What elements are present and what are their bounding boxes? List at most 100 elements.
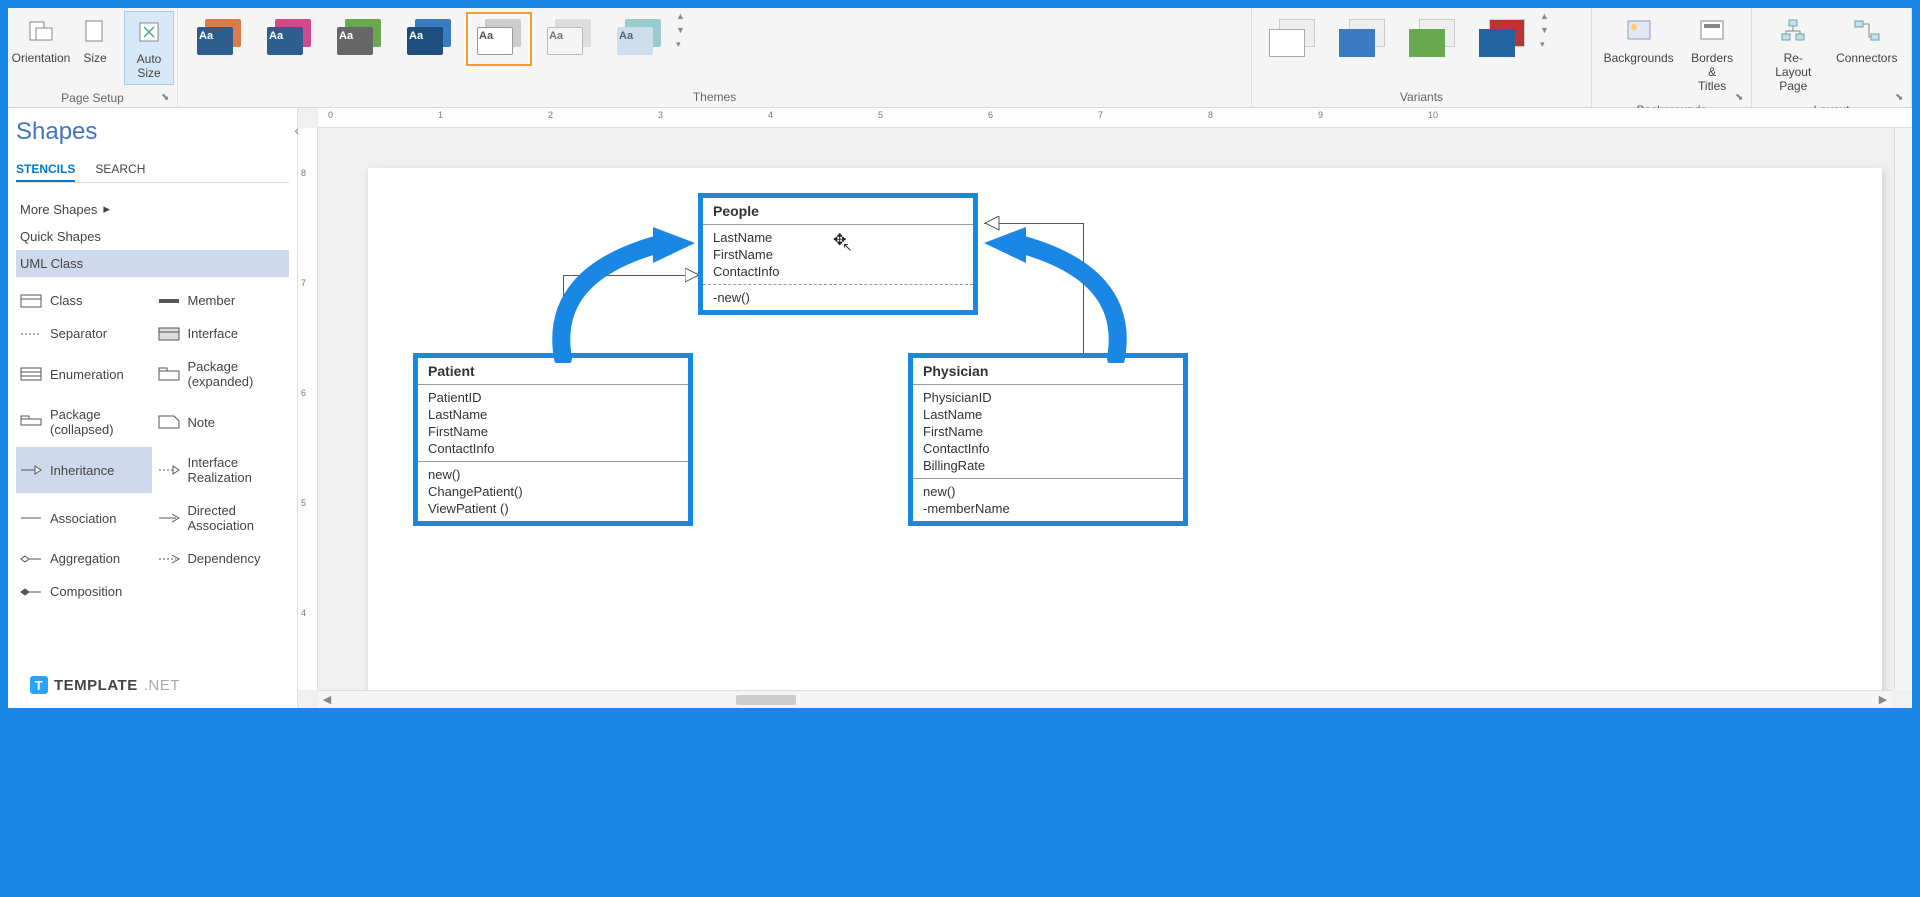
shape-class[interactable]: Class <box>16 285 152 316</box>
orientation-button[interactable]: Orientation <box>16 11 66 69</box>
uml-operations: new() -memberName <box>913 479 1183 521</box>
relayout-page-button[interactable]: Re-Layout Page <box>1760 11 1827 97</box>
shape-label: Class <box>50 293 83 308</box>
orientation-icon <box>25 15 57 47</box>
chevron-right-icon: ▸ <box>103 201 110 217</box>
quick-shapes[interactable]: Quick Shapes <box>16 223 289 250</box>
shape-label: Member <box>188 293 236 308</box>
uml-class-people[interactable]: People LastName FirstName ContactInfo -n… <box>698 193 978 315</box>
autosize-button[interactable]: Auto Size <box>124 11 174 85</box>
size-button[interactable]: Size <box>70 11 120 69</box>
backgrounds-icon <box>1623 15 1655 47</box>
shape-package-collapsed[interactable]: Package (collapsed) <box>16 399 152 445</box>
shape-label: Association <box>50 511 116 526</box>
drawing-page[interactable]: People LastName FirstName ContactInfo -n… <box>368 168 1882 708</box>
borders-titles-button[interactable]: Borders & Titles <box>1681 11 1743 97</box>
scroll-thumb[interactable] <box>736 695 796 705</box>
relayout-icon <box>1777 15 1809 47</box>
tab-search[interactable]: SEARCH <box>95 158 145 182</box>
shape-label: Aggregation <box>50 551 120 566</box>
shape-label: Package (expanded) <box>188 359 254 389</box>
shape-label: Composition <box>50 584 122 599</box>
shape-label: Dependency <box>188 551 261 566</box>
shape-separator[interactable]: Separator <box>16 318 152 349</box>
shape-label: Separator <box>50 326 107 341</box>
connectors-label: Connectors <box>1836 51 1897 65</box>
variant-swatch[interactable] <box>1473 15 1533 63</box>
size-label: Size <box>83 51 106 65</box>
vertical-scrollbar[interactable] <box>1894 128 1912 690</box>
scroll-right-icon[interactable]: ▶ <box>1874 693 1892 706</box>
variant-scroll[interactable]: ▲▼▾ <box>1540 11 1558 50</box>
theme-swatch[interactable]: Aa <box>609 15 669 63</box>
shape-note[interactable]: Note <box>154 399 290 445</box>
shape-aggregation[interactable]: Aggregation <box>16 543 152 574</box>
shape-label: Interface Realization <box>188 455 252 485</box>
shapes-title: Shapes <box>16 118 289 146</box>
shape-dependency[interactable]: Dependency <box>154 543 290 574</box>
orientation-label: Orientation <box>12 51 71 65</box>
ribbon-group-themes: Aa Aa Aa Aa Aa Aa Aa ▲▼▾ Themes <box>178 8 1252 107</box>
ribbon-label-variants: Variants <box>1252 87 1591 107</box>
shape-enumeration[interactable]: Enumeration <box>16 351 152 397</box>
borders-icon <box>1696 15 1728 47</box>
uml-title: People <box>703 198 973 225</box>
borders-label: Borders & Titles <box>1687 51 1737 93</box>
more-shapes[interactable]: More Shapes ▸ <box>16 195 289 223</box>
layout-launcher-icon[interactable]: ⬊ <box>1895 92 1907 104</box>
relayout-label: Re-Layout Page <box>1766 51 1821 93</box>
shapes-panel: ‹ Shapes STENCILS SEARCH More Shapes▸ Qu… <box>8 108 298 708</box>
shape-inheritance[interactable]: Inheritance <box>16 447 152 493</box>
connectors-icon <box>1851 15 1883 47</box>
canvas[interactable]: 0 1 2 3 4 5 6 7 8 9 10 8 7 6 5 4 <box>298 108 1912 708</box>
horizontal-scrollbar[interactable]: ◀ ▶ <box>318 690 1892 708</box>
theme-swatch[interactable]: Aa <box>189 15 249 63</box>
page-setup-launcher-icon[interactable]: ⬊ <box>161 92 173 104</box>
variant-swatch[interactable] <box>1403 15 1463 63</box>
variant-swatch[interactable] <box>1263 15 1323 63</box>
uml-class-category[interactable]: UML Class <box>16 250 289 277</box>
watermark-suffix: .NET <box>144 677 180 694</box>
ribbon-label-page-setup: Page Setup <box>8 88 177 108</box>
theme-swatch[interactable]: Aa <box>399 15 459 63</box>
tab-stencils[interactable]: STENCILS <box>16 158 75 182</box>
more-shapes-label: More Shapes <box>20 202 97 217</box>
shapes-list: Class Member Separator Interface Enumera… <box>16 285 289 607</box>
watermark-brand: TEMPLATE <box>54 677 138 694</box>
ribbon-label-themes: Themes <box>178 87 1251 107</box>
uml-class-physician[interactable]: Physician PhysicianID LastName FirstName… <box>908 353 1188 526</box>
theme-swatch[interactable]: Aa <box>259 15 319 63</box>
variant-swatch[interactable] <box>1333 15 1393 63</box>
shape-label: Interface <box>188 326 239 341</box>
annotation-arrow-left <box>543 223 703 363</box>
ribbon-group-layout: Re-Layout Page Connectors Layout ⬊ <box>1752 8 1912 107</box>
uml-attributes: PhysicianID LastName FirstName ContactIn… <box>913 385 1183 479</box>
scroll-left-icon[interactable]: ◀ <box>318 693 336 706</box>
theme-swatch-selected[interactable]: Aa <box>469 15 529 63</box>
annotation-arrow-right <box>976 223 1136 363</box>
watermark-icon: T <box>30 676 48 694</box>
backgrounds-label: Backgrounds <box>1604 51 1674 65</box>
shape-interface-realization[interactable]: Interface Realization <box>154 447 290 493</box>
shape-composition[interactable]: Composition <box>16 576 152 607</box>
theme-scroll[interactable]: ▲▼▾ <box>676 11 694 50</box>
uml-class-patient[interactable]: Patient PatientID LastName FirstName Con… <box>413 353 693 526</box>
backgrounds-button[interactable]: Backgrounds <box>1600 11 1677 69</box>
shape-association[interactable]: Association <box>16 495 152 541</box>
shapes-tabs: STENCILS SEARCH <box>16 158 289 183</box>
ribbon: Orientation Size Auto Size Page Setup ⬊ <box>8 8 1912 108</box>
connectors-button[interactable]: Connectors <box>1831 11 1903 69</box>
shape-interface[interactable]: Interface <box>154 318 290 349</box>
shape-member[interactable]: Member <box>154 285 290 316</box>
shape-directed-association[interactable]: Directed Association <box>154 495 290 541</box>
watermark: T TEMPLATE .NET <box>30 676 180 694</box>
autosize-icon <box>133 16 165 48</box>
uml-operations: -new() <box>703 285 973 310</box>
uml-attributes: PatientID LastName FirstName ContactInfo <box>418 385 688 462</box>
theme-swatch[interactable]: Aa <box>329 15 389 63</box>
shape-label: Note <box>188 415 215 430</box>
backgrounds-launcher-icon[interactable]: ⬊ <box>1735 92 1747 104</box>
theme-swatch[interactable]: Aa <box>539 15 599 63</box>
shape-label: Directed Association <box>188 503 254 533</box>
shape-package-expanded[interactable]: Package (expanded) <box>154 351 290 397</box>
